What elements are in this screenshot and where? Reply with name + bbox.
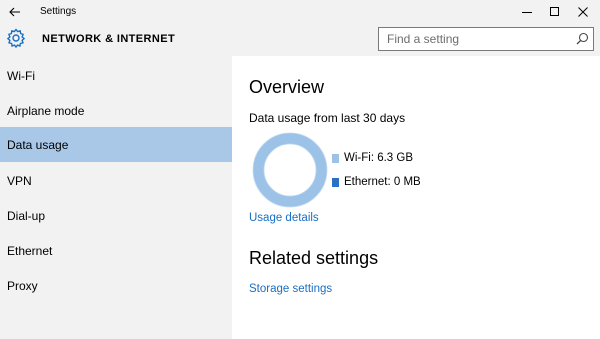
legend-ethernet: Ethernet: 0 MB [332, 176, 421, 188]
sidebar-item-label: Dial-up [7, 208, 46, 223]
window-titlebar: Settings [0, 0, 600, 23]
gear-icon [6, 28, 26, 48]
legend-label-wifi: Wi-Fi: 6.3 GB [344, 152, 414, 164]
sidebar-item-label: VPN [7, 173, 32, 188]
data-usage-donut-chart [252, 132, 328, 208]
legend-swatch-ethernet [332, 177, 339, 187]
sidebar-item-label: Airplane mode [7, 103, 85, 118]
sidebar-item-dial-up[interactable]: Dial-up [0, 198, 232, 233]
sidebar-item-proxy[interactable]: Proxy [0, 268, 232, 303]
sidebar-item-data-usage[interactable]: Data usage [0, 127, 232, 162]
sidebar-item-vpn[interactable]: VPN [0, 163, 232, 198]
sidebar-item-label: Proxy [7, 278, 38, 293]
donut-inner-edge [263, 143, 317, 197]
donut-wifi-ring [253, 133, 327, 207]
arrow-left-icon [9, 7, 20, 16]
close-button[interactable] [569, 0, 597, 23]
sidebar-item-ethernet[interactable]: Ethernet [0, 233, 232, 268]
usage-details-link[interactable]: Usage details [249, 211, 319, 225]
search-box[interactable] [378, 27, 594, 51]
search-icon[interactable] [576, 32, 589, 45]
maximize-icon [550, 6, 559, 16]
search-input[interactable] [379, 28, 569, 50]
legend-wifi: Wi-Fi: 6.3 GB [332, 152, 413, 164]
main-content: Overview Data usage from last 30 days Wi… [232, 56, 600, 339]
legend-swatch-wifi [332, 153, 339, 163]
legend-label-ethernet: Ethernet: 0 MB [344, 176, 421, 188]
sidebar-item-label: Wi-Fi [7, 68, 35, 83]
settings-header: NETWORK & INTERNET [0, 23, 600, 56]
storage-settings-link[interactable]: Storage settings [249, 282, 332, 296]
minimize-icon [522, 11, 532, 13]
close-icon [578, 6, 588, 17]
sidebar-item-label: Ethernet [7, 243, 53, 258]
back-button[interactable] [2, 0, 28, 23]
sidebar-item-wifi[interactable]: Wi-Fi [0, 58, 232, 93]
sidebar-item-airplane-mode[interactable]: Airplane mode [0, 93, 232, 128]
window-title: Settings [40, 6, 77, 17]
sidebar-item-label: Data usage [7, 137, 69, 152]
maximize-button[interactable] [541, 0, 569, 23]
related-settings-heading: Related settings [249, 248, 379, 268]
usage-caption: Data usage from last 30 days [249, 111, 406, 125]
overview-heading: Overview [249, 77, 325, 97]
page-title: NETWORK & INTERNET [42, 33, 176, 45]
sidebar: Wi-Fi Airplane mode Data usage VPN Dial-… [0, 56, 232, 339]
minimize-button[interactable] [513, 0, 541, 23]
